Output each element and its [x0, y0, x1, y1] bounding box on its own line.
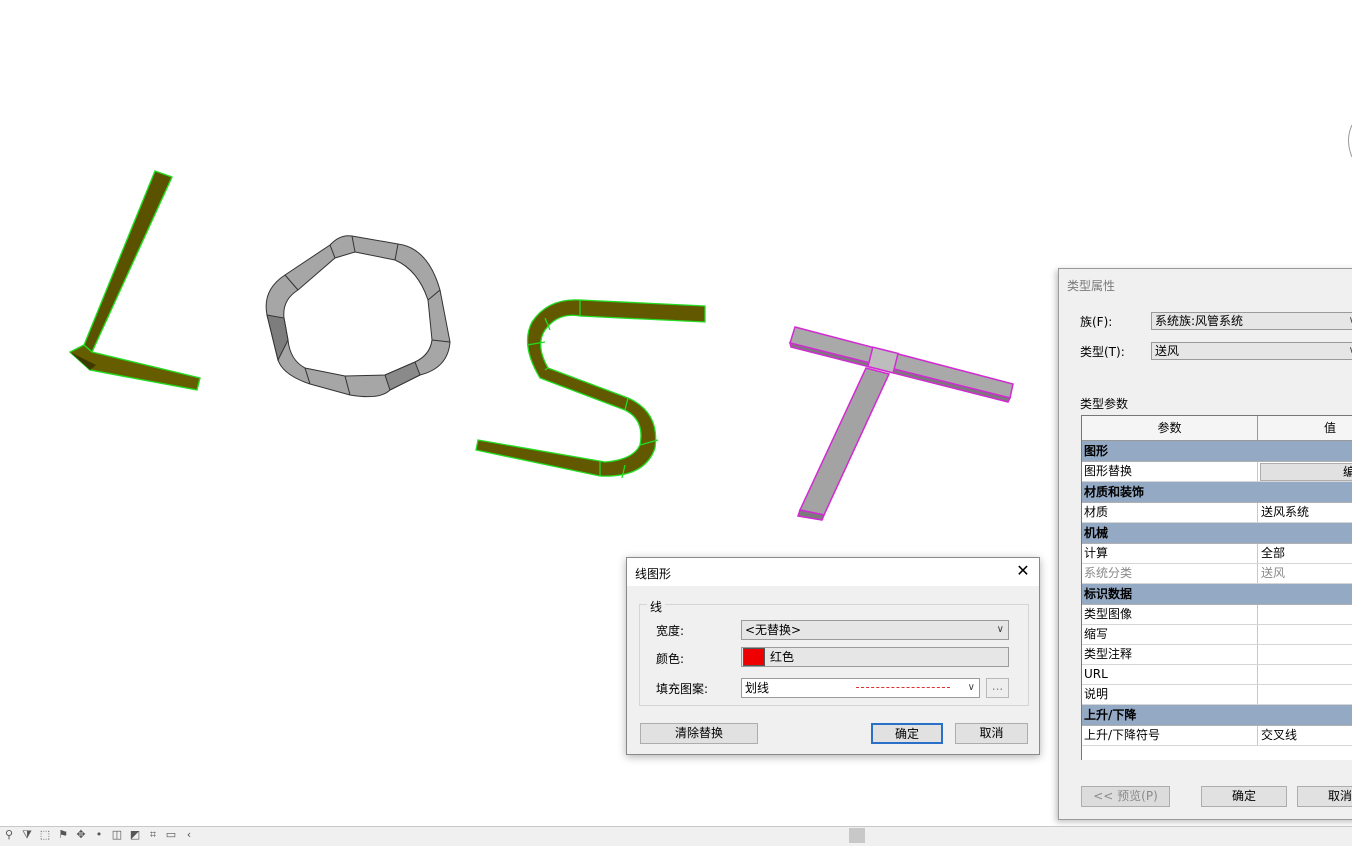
view-icon[interactable]: ▭: [164, 828, 178, 842]
ok-button[interactable]: 确定: [871, 723, 943, 744]
type-select[interactable]: 送风 ∨: [1151, 342, 1352, 360]
camera-icon[interactable]: ◫: [110, 828, 124, 842]
parameter-value[interactable]: [1258, 605, 1352, 624]
group-header[interactable]: 标识数据: [1082, 584, 1352, 605]
render-icon[interactable]: ◩: [128, 828, 142, 842]
grid-header: 参数 值: [1082, 416, 1352, 441]
duct-letter-t[interactable]: [790, 327, 1013, 520]
value-column-header: 值: [1258, 416, 1352, 440]
parameter-value[interactable]: [1258, 645, 1352, 664]
width-label: 宽度:: [656, 622, 684, 639]
family-value: 系统族:风管系统: [1155, 314, 1243, 328]
color-value: 红色: [770, 650, 794, 664]
family-label: 族(F):: [1080, 313, 1112, 330]
line-graphics-dialog: 线图形 ✕ 线 宽度: <无替换> ∨ 颜色: 红色 填充图案: 划线 ∨ ..…: [626, 557, 1040, 755]
chevron-down-icon: ∨: [997, 621, 1004, 639]
edit-button[interactable]: 编辑: [1260, 463, 1352, 481]
group-header[interactable]: 机械: [1082, 523, 1352, 544]
group-header[interactable]: 材质和装饰: [1082, 482, 1352, 503]
parameter-name: 材质: [1082, 503, 1258, 522]
type-parameters-label: 类型参数: [1080, 395, 1128, 412]
type-value: 送风: [1155, 344, 1179, 358]
type-properties-dialog: 类型属性 族(F): 系统族:风管系统 ∨ 类型(T): 送风 ∨ 类型参数 参…: [1058, 268, 1352, 820]
cancel-button[interactable]: 取消: [1297, 786, 1352, 807]
parameter-row[interactable]: 上升/下降符号交叉线: [1082, 726, 1352, 746]
parameter-grid[interactable]: 参数 值 图形图形替换编辑材质和装饰材质送风系统机械计算全部系统分类送风标识数据…: [1081, 415, 1352, 760]
parameter-value[interactable]: 送风系统: [1258, 503, 1352, 522]
parameter-value[interactable]: [1258, 625, 1352, 644]
selection-icon[interactable]: ⬚: [38, 828, 52, 842]
color-swatch: [743, 648, 765, 666]
parameter-value[interactable]: 全部: [1258, 544, 1352, 563]
group-header[interactable]: 上升/下降: [1082, 705, 1352, 726]
line-group-label: 线: [647, 598, 665, 615]
dash-pattern-preview: [856, 687, 950, 688]
parameter-value[interactable]: 交叉线: [1258, 726, 1352, 745]
close-icon[interactable]: ✕: [1013, 561, 1033, 581]
parameter-name: 说明: [1082, 685, 1258, 704]
color-label: 颜色:: [656, 650, 684, 667]
pin-icon[interactable]: ⚑: [56, 828, 70, 842]
duct-letter-o[interactable]: [266, 236, 450, 397]
status-bar: ⚲ ⧩ ⬚ ⚑ ✥ • ◫ ◩ ⌗ ▭ ‹: [0, 826, 1352, 846]
parameter-value[interactable]: 编辑: [1258, 462, 1352, 481]
ok-button[interactable]: 确定: [1201, 786, 1287, 807]
cancel-button[interactable]: 取消: [955, 723, 1028, 744]
parameter-name: 上升/下降符号: [1082, 726, 1258, 745]
parameter-row[interactable]: 计算全部: [1082, 544, 1352, 564]
grid-body: 图形图形替换编辑材质和装饰材质送风系统机械计算全部系统分类送风标识数据类型图像缩…: [1082, 441, 1352, 746]
preview-button[interactable]: << 预览(P): [1081, 786, 1170, 807]
parameter-name: 类型注释: [1082, 645, 1258, 664]
marker-icon[interactable]: •: [92, 828, 106, 842]
dialog-title: 线图形: [635, 565, 671, 582]
parameter-name: 计算: [1082, 544, 1258, 563]
crop-icon[interactable]: ⌗: [146, 828, 160, 842]
parameter-value[interactable]: [1258, 685, 1352, 704]
filter-icon[interactable]: ⧩: [20, 828, 34, 842]
param-column-header: 参数: [1082, 416, 1258, 440]
parameter-row[interactable]: 系统分类送风: [1082, 564, 1352, 584]
type-label: 类型(T):: [1080, 343, 1125, 360]
duct-letter-l[interactable]: [70, 171, 200, 390]
color-picker-button[interactable]: 红色: [741, 647, 1009, 667]
link-icon[interactable]: ⚲: [2, 828, 16, 842]
parameter-name: 系统分类: [1082, 564, 1258, 583]
viewcube-edge[interactable]: [1349, 125, 1352, 157]
parameter-row[interactable]: 缩写: [1082, 625, 1352, 645]
pattern-browse-button[interactable]: ...: [986, 678, 1009, 698]
status-icons: ⚲ ⧩ ⬚ ⚑ ✥ • ◫ ◩ ⌗ ▭ ‹: [2, 828, 196, 842]
parameter-row[interactable]: 类型图像: [1082, 605, 1352, 625]
parameter-row[interactable]: 说明: [1082, 685, 1352, 705]
clear-override-button[interactable]: 清除替换: [640, 723, 758, 744]
chevron-down-icon: ∨: [968, 679, 975, 697]
parameter-name: 类型图像: [1082, 605, 1258, 624]
scrollbar-thumb[interactable]: [849, 828, 865, 843]
drag-icon[interactable]: ✥: [74, 828, 88, 842]
dialog-title: 类型属性: [1067, 277, 1115, 294]
parameter-name: 图形替换: [1082, 462, 1258, 481]
parameter-row[interactable]: 材质送风系统: [1082, 503, 1352, 523]
pattern-value: 划线: [745, 681, 769, 695]
width-select[interactable]: <无替换> ∨: [741, 620, 1009, 640]
width-value: <无替换>: [745, 623, 801, 637]
parameter-value[interactable]: 送风: [1258, 564, 1352, 583]
family-select[interactable]: 系统族:风管系统 ∨: [1151, 312, 1352, 330]
parameter-row[interactable]: URL: [1082, 665, 1352, 685]
parameter-value[interactable]: [1258, 665, 1352, 684]
parameter-row[interactable]: 图形替换编辑: [1082, 462, 1352, 482]
parameter-name: 缩写: [1082, 625, 1258, 644]
dialog-titlebar: 线图形 ✕: [627, 558, 1039, 586]
collapse-icon[interactable]: ‹: [182, 828, 196, 842]
pattern-select[interactable]: 划线 ∨: [741, 678, 980, 698]
pattern-label: 填充图案:: [656, 680, 708, 697]
parameter-name: URL: [1082, 665, 1258, 684]
parameter-row[interactable]: 类型注释: [1082, 645, 1352, 665]
duct-letter-s[interactable]: [476, 300, 705, 478]
group-header[interactable]: 图形: [1082, 441, 1352, 462]
